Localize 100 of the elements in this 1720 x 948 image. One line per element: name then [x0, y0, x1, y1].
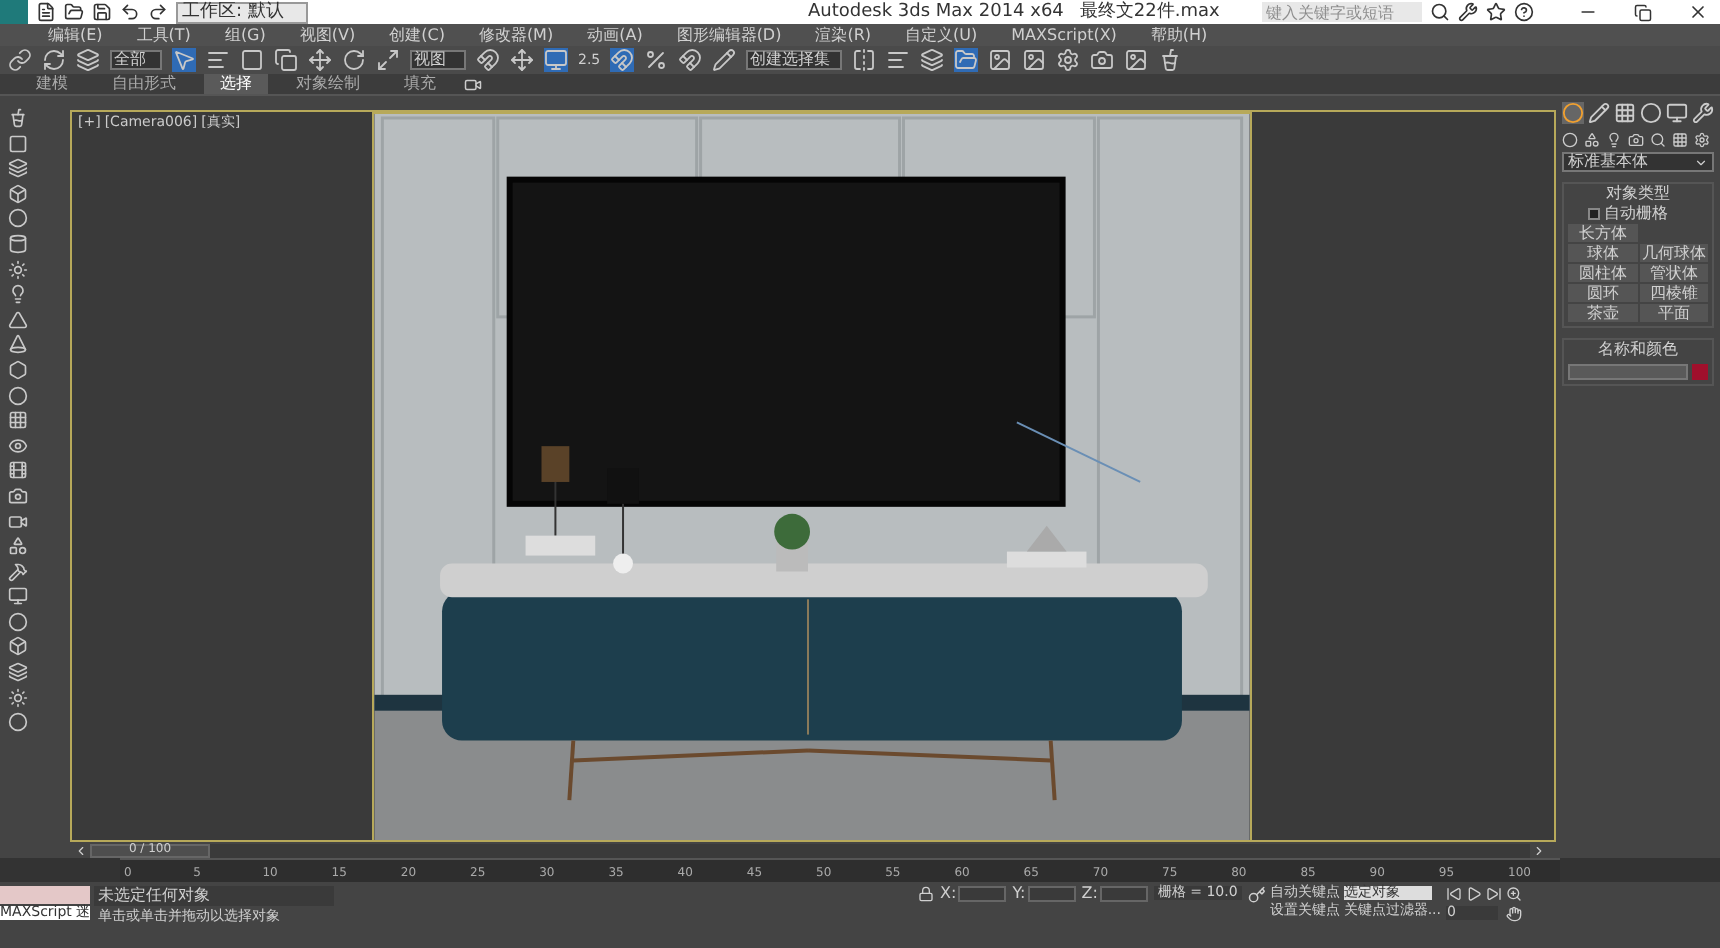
circle-icon[interactable] — [8, 611, 28, 632]
workspace-dropdown[interactable]: 工作区: 默认 — [176, 1, 308, 23]
coordinate-field[interactable] — [1027, 886, 1076, 902]
coordinate-field[interactable] — [958, 886, 1007, 902]
help-icon[interactable] — [1514, 2, 1534, 22]
menu-item[interactable]: MAXScript(X) — [1011, 27, 1117, 43]
open-file-icon[interactable] — [64, 2, 84, 22]
sun-icon[interactable] — [8, 259, 28, 280]
category-icon[interactable] — [1672, 132, 1688, 148]
category-icon[interactable] — [1584, 132, 1600, 148]
coordinate-field[interactable] — [1099, 886, 1148, 902]
sun-icon[interactable] — [8, 687, 28, 708]
ribbon-options-icon[interactable] — [464, 75, 482, 93]
category-icon[interactable] — [1694, 132, 1710, 148]
eye-icon[interactable] — [8, 435, 28, 456]
checkbox[interactable] — [1588, 208, 1600, 220]
circle-icon[interactable] — [8, 712, 28, 733]
previous-icon[interactable] — [74, 843, 88, 857]
hexagon-icon[interactable] — [8, 359, 28, 380]
primitive-button[interactable]: 球体 — [1568, 244, 1637, 262]
restore-icon[interactable] — [1634, 3, 1652, 21]
star-icon[interactable] — [1486, 2, 1506, 22]
category-icon[interactable] — [1562, 132, 1578, 148]
monitor-icon[interactable] — [1666, 102, 1688, 124]
script-input-field[interactable] — [0, 886, 90, 904]
menu-item[interactable]: 图形编辑器(D) — [676, 27, 782, 43]
color-swatch[interactable] — [1692, 364, 1708, 380]
menu-item[interactable]: 动画(A) — [587, 27, 643, 43]
category-icon[interactable] — [1628, 132, 1644, 148]
scale-icon[interactable] — [376, 48, 400, 72]
primitive-button[interactable]: 茶壶 — [1568, 304, 1637, 322]
sphere-icon[interactable] — [1562, 102, 1584, 124]
zoom-icon[interactable] — [1505, 886, 1521, 902]
ribbon-tab[interactable]: 建模 — [20, 74, 84, 94]
play-icon[interactable] — [1465, 886, 1481, 902]
menu-item[interactable]: 创建(C) — [389, 27, 445, 43]
close-icon[interactable] — [1688, 2, 1708, 22]
menu-item[interactable]: 工具(T) — [136, 27, 191, 43]
primitive-button[interactable]: 几何球体 — [1639, 244, 1708, 262]
selection-filter-dropdown[interactable]: 全部 — [110, 50, 162, 70]
ribbon-tab[interactable]: 自由形式 — [96, 74, 192, 94]
menu-item[interactable]: 编辑(E) — [48, 27, 103, 43]
next-icon[interactable] — [1532, 843, 1546, 857]
primitive-button[interactable]: 管状体 — [1639, 264, 1708, 282]
cylinder-icon[interactable] — [8, 233, 28, 254]
search-field[interactable]: 键入关键字或短语 — [1262, 2, 1422, 22]
link-icon[interactable] — [8, 48, 32, 72]
hammer-icon[interactable] — [8, 561, 28, 582]
select-icon[interactable] — [172, 48, 196, 72]
menu-item[interactable]: 视图(V) — [299, 27, 356, 43]
primitive-button[interactable]: 四棱锥 — [1639, 284, 1708, 302]
scene-explorer-icon[interactable] — [954, 48, 979, 72]
square-icon[interactable] — [8, 133, 28, 154]
name-field[interactable] — [1568, 364, 1688, 380]
film-icon[interactable] — [8, 460, 28, 481]
primitive-type-dropdown[interactable]: 标准基本体 — [1562, 152, 1714, 172]
pan-icon[interactable] — [1505, 906, 1521, 922]
lock-icon[interactable] — [918, 886, 934, 902]
sphere-icon[interactable] — [8, 385, 28, 406]
move-icon[interactable] — [308, 48, 332, 72]
shapes-icon[interactable] — [8, 536, 28, 557]
layers-icon[interactable] — [8, 158, 28, 179]
layer-icon[interactable] — [920, 48, 945, 72]
rollout-title[interactable]: 名称和颜色 — [1568, 340, 1708, 360]
ribbon-tab[interactable]: 对象绘制 — [280, 74, 376, 94]
video-icon[interactable] — [8, 511, 28, 531]
primitive-button[interactable]: 圆柱体 — [1568, 264, 1637, 282]
disc-icon[interactable] — [1640, 102, 1662, 124]
ribbon-tab[interactable]: 选择 — [204, 74, 268, 94]
monitor-icon[interactable] — [8, 586, 28, 607]
grid-icon[interactable] — [8, 410, 28, 431]
box-icon[interactable] — [8, 636, 28, 657]
primitive-button[interactable]: 长方体 — [1568, 224, 1637, 242]
menu-item[interactable]: 自定义(U) — [905, 27, 978, 43]
save-icon[interactable] — [92, 2, 112, 22]
camera-icon[interactable] — [8, 485, 28, 506]
ribbon-tab[interactable]: 填充 — [388, 74, 452, 94]
undo-icon[interactable] — [120, 2, 140, 22]
new-file-icon[interactable] — [36, 2, 56, 22]
pencil-icon[interactable] — [1588, 102, 1610, 124]
cone-icon[interactable] — [8, 334, 28, 355]
rollout-title[interactable]: 对象类型 — [1568, 184, 1708, 204]
mirror-icon[interactable] — [852, 48, 877, 72]
menu-item[interactable]: 帮助(H) — [1150, 27, 1208, 43]
primitive-button[interactable]: 圆环 — [1568, 284, 1637, 302]
named-selection-dropdown[interactable]: 创建选择集 — [746, 50, 843, 70]
triangle-icon[interactable] — [8, 309, 28, 330]
percent-snap-icon[interactable] — [644, 48, 669, 72]
rotate-icon[interactable] — [342, 48, 366, 72]
layers-icon[interactable] — [8, 662, 28, 683]
menu-item[interactable]: 组(G) — [224, 27, 266, 43]
go-to-start-icon[interactable] — [1445, 886, 1461, 902]
primitive-button[interactable]: 平面 — [1639, 304, 1708, 322]
align-icon[interactable] — [886, 48, 911, 72]
reference-coord-dropdown[interactable]: 视图 — [410, 50, 466, 70]
key-icon[interactable] — [1247, 886, 1266, 904]
circle-icon[interactable] — [8, 208, 28, 229]
go-to-end-icon[interactable] — [1485, 886, 1501, 902]
category-icon[interactable] — [1650, 132, 1666, 148]
rectangle-select-icon[interactable] — [240, 48, 264, 72]
